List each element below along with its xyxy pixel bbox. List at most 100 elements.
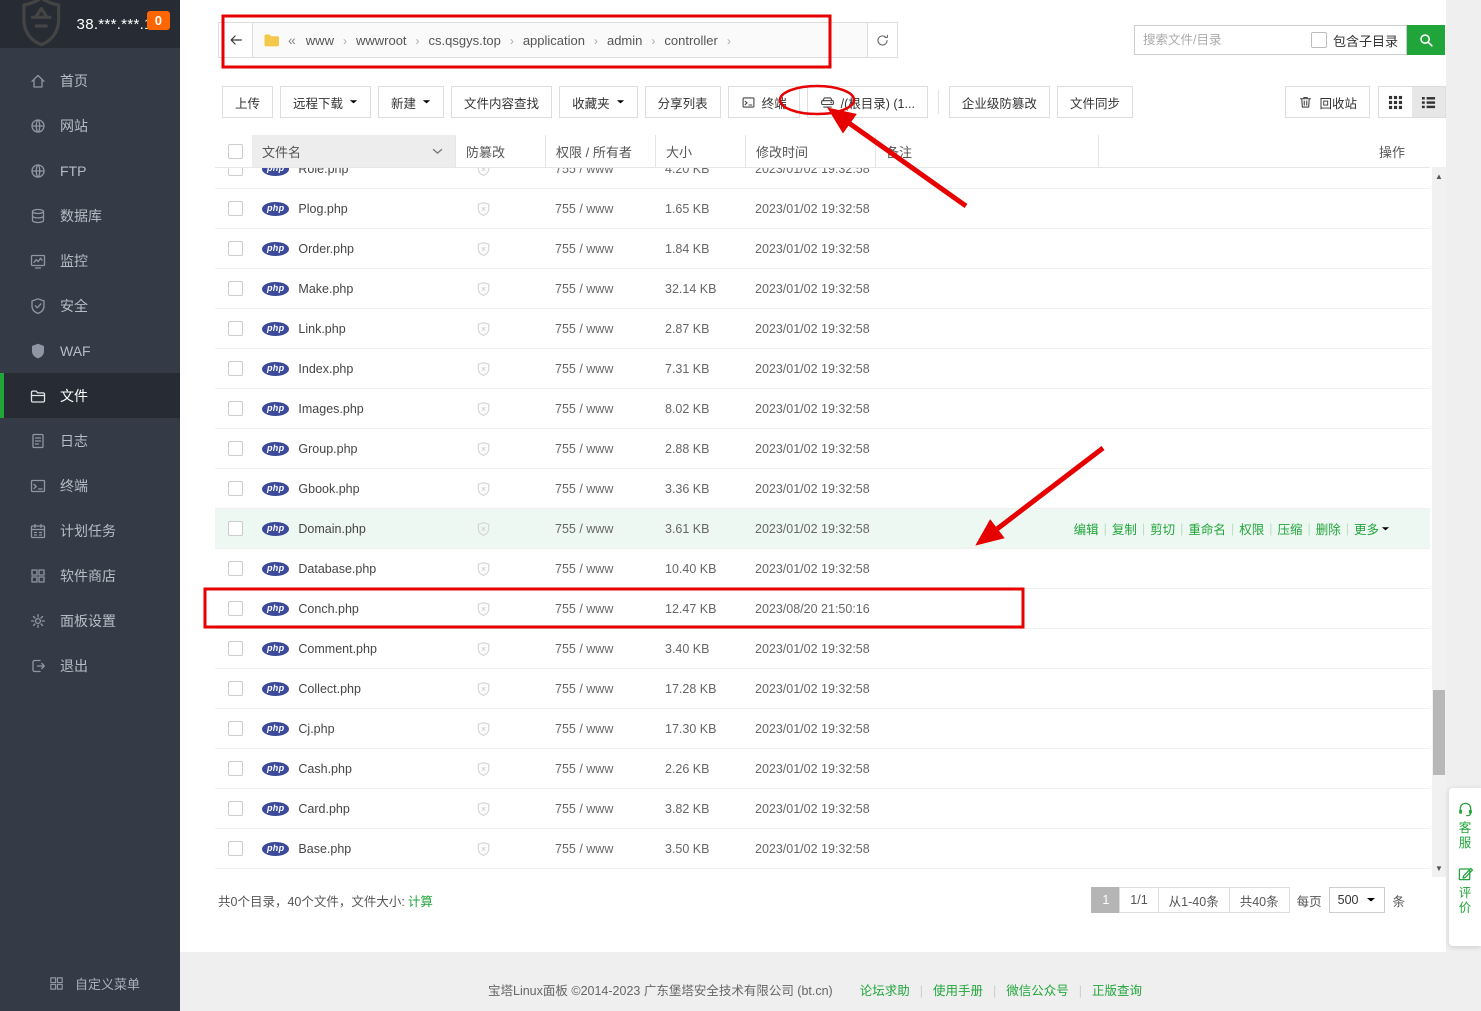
row-checkbox[interactable] [228, 361, 243, 376]
file-name[interactable]: Make.php [298, 282, 353, 296]
file-name[interactable]: Images.php [298, 402, 363, 416]
table-row[interactable]: phpCollect.php755 / www17.28 KB2023/01/0… [215, 669, 1430, 709]
scrollbar-thumb[interactable] [1433, 690, 1445, 775]
header-file-name[interactable]: 文件名 [252, 135, 455, 167]
sidebar-item-files[interactable]: 文件 [0, 373, 180, 418]
table-row[interactable]: phpConch.php755 / www12.47 KB2023/08/20 … [215, 589, 1430, 629]
file-name[interactable]: Conch.php [298, 602, 358, 616]
remote-download-button[interactable]: 远程下载 [280, 86, 371, 118]
file-name[interactable]: Cash.php [298, 762, 352, 776]
row-checkbox[interactable] [228, 481, 243, 496]
sidebar-item-cron[interactable]: 计划任务 [0, 508, 180, 553]
row-action-permission[interactable]: 权限 [1239, 519, 1264, 538]
table-row[interactable]: phpOrder.php755 / www1.84 KB2023/01/02 1… [215, 229, 1430, 269]
sidebar-item-logs[interactable]: 日志 [0, 418, 180, 463]
header-tamper[interactable]: 防篡改 [455, 135, 545, 167]
row-action-delete[interactable]: 删除 [1316, 519, 1341, 538]
file-name[interactable]: Card.php [298, 802, 349, 816]
row-checkbox[interactable] [228, 561, 243, 576]
root-dir-button[interactable]: /(根目录) (1... [807, 86, 928, 118]
footer-link-user-manual[interactable]: 使用手册 [933, 984, 983, 998]
row-checkbox[interactable] [228, 601, 243, 616]
anti-tamper-button[interactable]: 企业级防篡改 [949, 86, 1050, 118]
table-row[interactable]: phpDomain.php755 / www3.61 KB2023/01/02 … [215, 509, 1430, 549]
sidebar-item-terminal[interactable]: 终端 [0, 463, 180, 508]
row-checkbox[interactable] [228, 801, 243, 816]
file-name[interactable]: Database.php [298, 562, 376, 576]
breadcrumb-item[interactable]: application [523, 33, 585, 48]
table-row[interactable]: phpComment.php755 / www3.40 KB2023/01/02… [215, 629, 1430, 669]
sidebar-item-ftp[interactable]: FTP [0, 148, 180, 193]
table-row[interactable]: phpRole.php755 / www4.20 KB2023/01/02 19… [215, 168, 1430, 189]
new-button[interactable]: 新建 [378, 86, 444, 118]
row-action-copy[interactable]: 复制 [1112, 519, 1137, 538]
file-name[interactable]: Link.php [298, 322, 345, 336]
sidebar-item-settings[interactable]: 面板设置 [0, 598, 180, 643]
breadcrumb-item[interactable]: controller [664, 33, 717, 48]
file-name[interactable]: Gbook.php [298, 482, 359, 496]
terminal-button[interactable]: 终端 [728, 86, 800, 118]
header-size[interactable]: 大小 [655, 135, 745, 167]
sidebar-item-appstore[interactable]: 软件商店 [0, 553, 180, 598]
favorites-button[interactable]: 收藏夹 [559, 86, 638, 118]
file-name[interactable]: Base.php [298, 842, 351, 856]
breadcrumb-collapse[interactable]: « [288, 32, 296, 48]
header-note[interactable]: 备注 [875, 135, 1098, 167]
table-row[interactable]: phpMake.php755 / www32.14 KB2023/01/02 1… [215, 269, 1430, 309]
scroll-down-arrow[interactable]: ▼ [1432, 861, 1446, 875]
rate-button[interactable]: 评价 [1457, 865, 1474, 916]
share-list-button[interactable]: 分享列表 [645, 86, 721, 118]
table-row[interactable]: phpCj.php755 / www17.30 KB2023/01/02 19:… [215, 709, 1430, 749]
sidebar-item-monitor[interactable]: 监控 [0, 238, 180, 283]
grid-view-button[interactable] [1379, 87, 1412, 117]
message-count-badge[interactable]: 0 [147, 11, 170, 30]
breadcrumb-item[interactable]: admin [607, 33, 642, 48]
sidebar-item-home[interactable]: 首页 [0, 58, 180, 103]
row-checkbox[interactable] [228, 401, 243, 416]
row-checkbox[interactable] [228, 168, 243, 176]
upload-button[interactable]: 上传 [222, 86, 273, 118]
file-name[interactable]: Index.php [298, 362, 353, 376]
header-permission[interactable]: 权限 / 所有者 [545, 135, 655, 167]
sidebar-item-waf[interactable]: WAF [0, 328, 180, 373]
table-row[interactable]: phpGbook.php755 / www3.36 KB2023/01/02 1… [215, 469, 1430, 509]
content-search-button[interactable]: 文件内容查找 [451, 86, 552, 118]
refresh-button[interactable] [868, 22, 898, 58]
compute-size-link[interactable]: 计算 [408, 891, 433, 910]
row-action-rename[interactable]: 重命名 [1188, 519, 1226, 538]
sidebar-item-site[interactable]: 网站 [0, 103, 180, 148]
file-name[interactable]: Comment.php [298, 642, 377, 656]
footer-link-forum-help[interactable]: 论坛求助 [860, 984, 910, 998]
table-row[interactable]: phpCash.php755 / www2.26 KB2023/01/02 19… [215, 749, 1430, 789]
row-action-more[interactable]: 更多 [1354, 519, 1379, 538]
customer-service-button[interactable]: 客服 [1457, 800, 1474, 851]
row-checkbox[interactable] [228, 681, 243, 696]
table-row[interactable]: phpDatabase.php755 / www10.40 KB2023/01/… [215, 549, 1430, 589]
row-action-compress[interactable]: 压缩 [1277, 519, 1302, 538]
row-checkbox[interactable] [228, 721, 243, 736]
row-checkbox[interactable] [228, 321, 243, 336]
file-name[interactable]: Collect.php [298, 682, 361, 696]
row-checkbox[interactable] [228, 521, 243, 536]
row-checkbox[interactable] [228, 761, 243, 776]
search-button[interactable] [1407, 25, 1445, 55]
row-checkbox[interactable] [228, 441, 243, 456]
include-subdir-checkbox[interactable] [1311, 32, 1327, 48]
file-name[interactable]: Domain.php [298, 522, 365, 536]
row-action-edit[interactable]: 编辑 [1074, 519, 1099, 538]
table-row[interactable]: phpPlog.php755 / www1.65 KB2023/01/02 19… [215, 189, 1430, 229]
scroll-up-arrow[interactable]: ▲ [1432, 169, 1446, 183]
breadcrumb-item[interactable]: www [306, 33, 334, 48]
page-1-button[interactable]: 1 [1091, 887, 1120, 913]
breadcrumb-item[interactable]: cs.qsgys.top [429, 33, 501, 48]
table-row[interactable]: phpIndex.php755 / www7.31 KB2023/01/02 1… [215, 349, 1430, 389]
table-scrollbar[interactable]: ▲ ▼ [1432, 167, 1446, 877]
file-name[interactable]: Group.php [298, 442, 357, 456]
file-sync-button[interactable]: 文件同步 [1057, 86, 1133, 118]
file-name[interactable]: Order.php [298, 242, 354, 256]
per-page-select[interactable]: 500 [1329, 887, 1386, 913]
breadcrumb-item[interactable]: wwwroot [356, 33, 407, 48]
row-checkbox[interactable] [228, 201, 243, 216]
table-row[interactable]: phpGroup.php755 / www2.88 KB2023/01/02 1… [215, 429, 1430, 469]
recycle-bin-button[interactable]: 回收站 [1285, 86, 1370, 118]
